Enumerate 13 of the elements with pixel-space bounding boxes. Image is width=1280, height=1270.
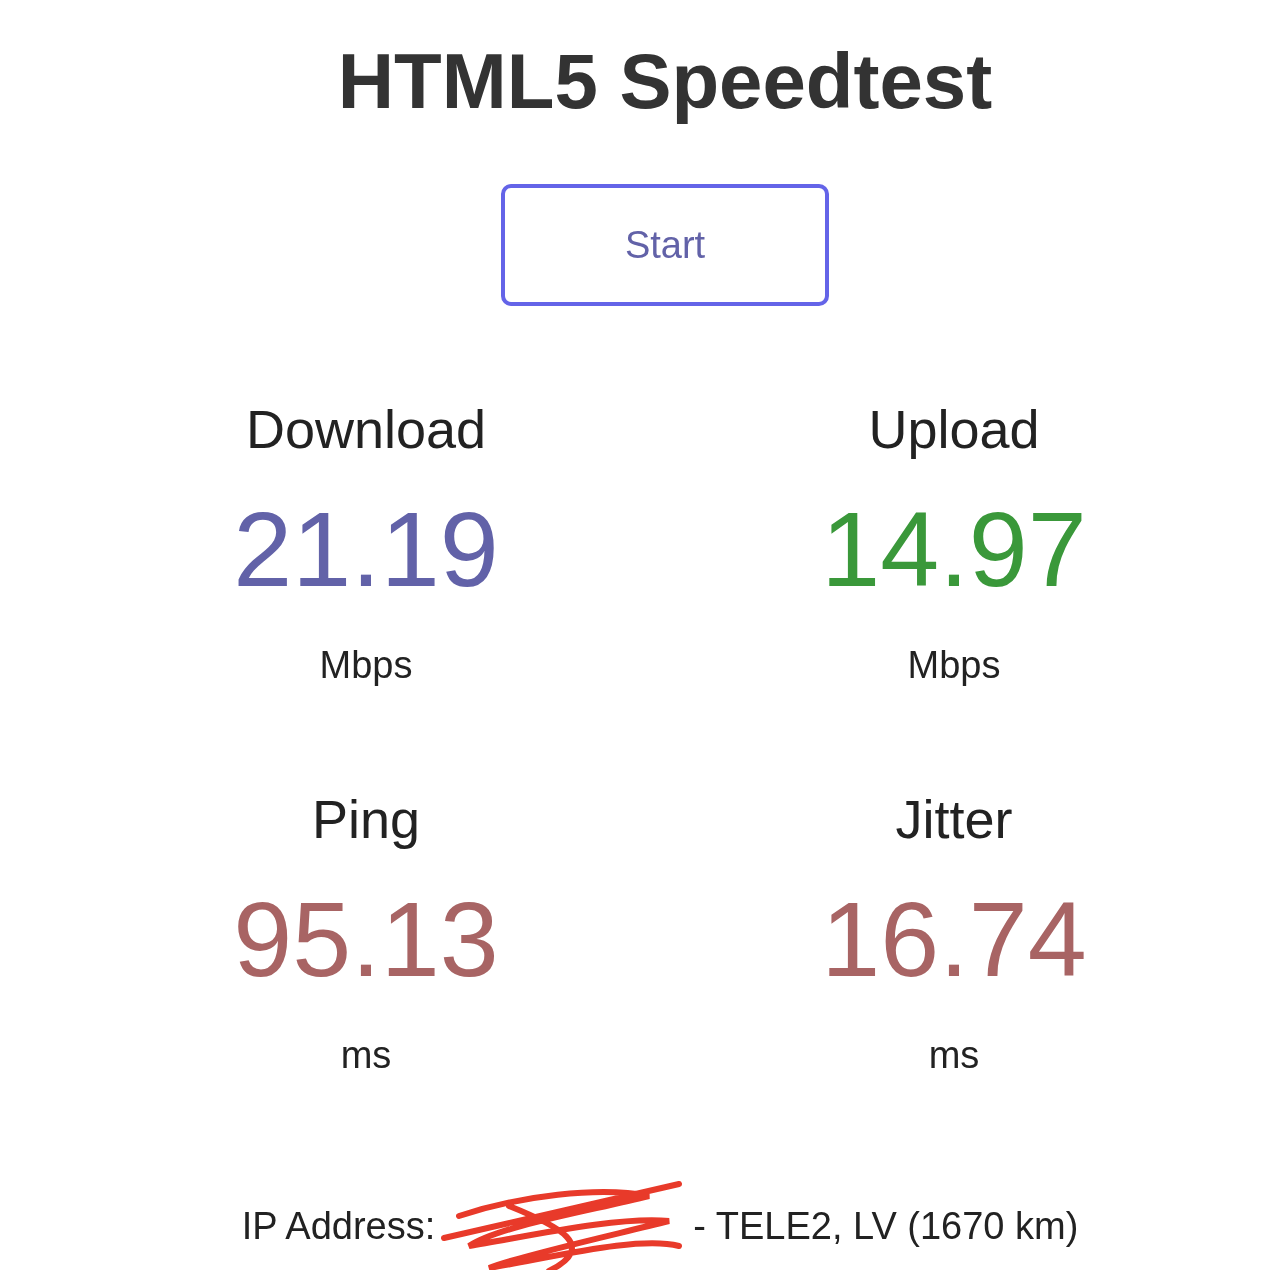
- metric-label: Jitter: [895, 792, 1013, 846]
- isp-location-text: - TELE2, LV (1670 km): [693, 1204, 1079, 1248]
- metric-unit: Mbps: [907, 646, 1001, 684]
- metric-unit: Mbps: [319, 646, 413, 684]
- metric-label: Download: [245, 402, 487, 456]
- start-button[interactable]: Start: [501, 184, 829, 306]
- metric-unit: ms: [928, 1036, 980, 1074]
- ip-address-label: IP Address:: [241, 1204, 436, 1248]
- metric-unit: ms: [340, 1036, 392, 1074]
- metric-value: 16.74: [821, 886, 1087, 992]
- metric-value: 14.97: [821, 496, 1087, 602]
- metric-value: 21.19: [233, 496, 499, 602]
- metric-value: 95.13: [233, 886, 499, 992]
